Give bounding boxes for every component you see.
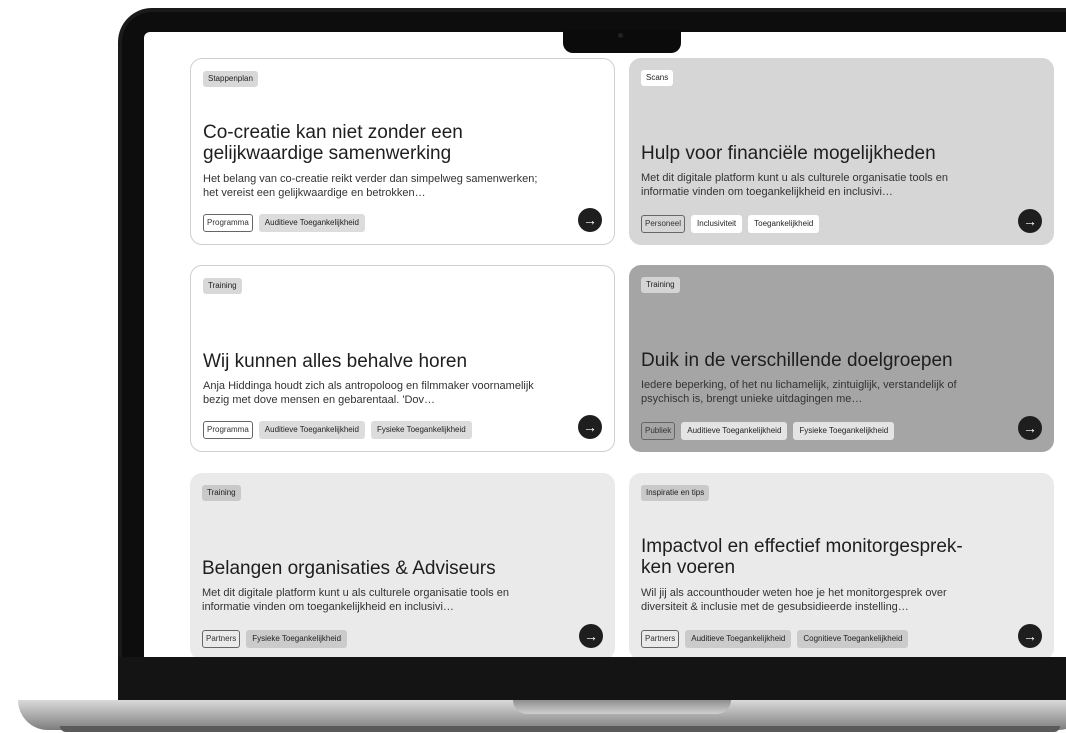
audience-tag: Publiek bbox=[641, 422, 676, 440]
card-title: Duik in de verschillende doelgroepen bbox=[641, 350, 953, 371]
card-description: Wil jij als accounthouder weten hoe je h… bbox=[641, 587, 947, 613]
arrow-right-icon[interactable]: → bbox=[1018, 624, 1042, 648]
card-tags: Personeel Inclusiviteit Toegankelijkheid bbox=[641, 215, 820, 233]
card-description: Met dit digitale platform kunt u als cul… bbox=[202, 587, 509, 613]
arrow-right-icon[interactable]: → bbox=[578, 415, 602, 439]
card-title: Impactvol en effectief monitorgesprek-ke… bbox=[641, 536, 963, 578]
laptop-opening-notch bbox=[513, 700, 731, 714]
category-tag: Auditieve Toegankelijkheid bbox=[258, 214, 365, 232]
resource-card[interactable]: Stappenplan Co-creatie kan niet zonder e… bbox=[190, 58, 615, 245]
card-title: Belangen organisaties & Adviseurs bbox=[202, 558, 496, 579]
arrow-right-icon[interactable]: → bbox=[578, 208, 602, 232]
audience-tag: Programma bbox=[203, 421, 253, 439]
audience-tag: Partners bbox=[202, 630, 241, 648]
card-tags: Publiek Auditieve Toegankelijkheid Fysie… bbox=[641, 422, 895, 440]
category-tag: Inclusiviteit bbox=[691, 215, 743, 233]
resource-card[interactable]: Inspiratie en tips Impactvol en effectie… bbox=[629, 473, 1054, 660]
camera-icon bbox=[618, 33, 623, 38]
card-title: Co-creatie kan niet zonder een gelijkwaa… bbox=[203, 122, 463, 164]
card-type-badge: Training bbox=[202, 485, 241, 501]
card-tags: Programma Auditieve Toegankelijkheid Fys… bbox=[203, 421, 472, 439]
category-tag: Cognitieve Toegankelijkheid bbox=[797, 630, 909, 648]
arrow-right-icon[interactable]: → bbox=[1018, 209, 1042, 233]
audience-tag: Personeel bbox=[641, 215, 686, 233]
category-tag: Auditieve Toegankelijkheid bbox=[258, 421, 365, 439]
card-title: Hulp voor financiële mogelijkheden bbox=[641, 143, 936, 164]
resource-card[interactable]: Scans Hulp voor financiële mogelijkheden… bbox=[629, 58, 1054, 245]
card-description: Het belang van co-creatie reikt verder d… bbox=[203, 173, 538, 199]
card-tags: Partners Auditieve Toegankelijkheid Cogn… bbox=[641, 630, 909, 648]
card-title: Wij kunnen alles behalve horen bbox=[203, 351, 468, 372]
category-tag: Fysieke Toegankelijkheid bbox=[793, 422, 895, 440]
laptop-base-shadow bbox=[60, 726, 1060, 732]
arrow-right-icon[interactable]: → bbox=[1018, 416, 1042, 440]
category-tag: Toegankelijkheid bbox=[748, 215, 820, 233]
card-description: Iedere beperking, of het nu lichamelijk,… bbox=[641, 379, 957, 405]
category-tag: Fysieke Toegankelijkheid bbox=[246, 630, 348, 648]
resource-card[interactable]: Training Wij kunnen alles behalve horen … bbox=[190, 265, 615, 452]
laptop-bottom-bezel bbox=[118, 657, 1066, 705]
card-type-badge: Stappenplan bbox=[203, 71, 258, 87]
card-tags: Partners Fysieke Toegankelijkheid bbox=[202, 630, 348, 648]
card-type-badge: Scans bbox=[641, 70, 674, 86]
audience-tag: Programma bbox=[203, 214, 253, 232]
category-tag: Auditieve Toegankelijkheid bbox=[685, 630, 792, 648]
card-description: Anja Hiddinga houdt zich als antropoloog… bbox=[203, 380, 534, 406]
card-tags: Programma Auditieve Toegankelijkheid bbox=[203, 214, 365, 232]
card-type-badge: Training bbox=[203, 278, 242, 294]
resource-card[interactable]: Training Belangen organisaties & Adviseu… bbox=[190, 473, 615, 660]
category-tag: Fysieke Toegankelijkheid bbox=[370, 421, 472, 439]
audience-tag: Partners bbox=[641, 630, 680, 648]
card-type-badge: Inspiratie en tips bbox=[641, 485, 710, 501]
card-type-badge: Training bbox=[641, 277, 680, 293]
card-description: Met dit digitale platform kunt u als cul… bbox=[641, 172, 948, 198]
arrow-right-icon[interactable]: → bbox=[579, 624, 603, 648]
resource-card[interactable]: Training Duik in de verschillende doelgr… bbox=[629, 265, 1054, 452]
category-tag: Auditieve Toegankelijkheid bbox=[681, 422, 788, 440]
